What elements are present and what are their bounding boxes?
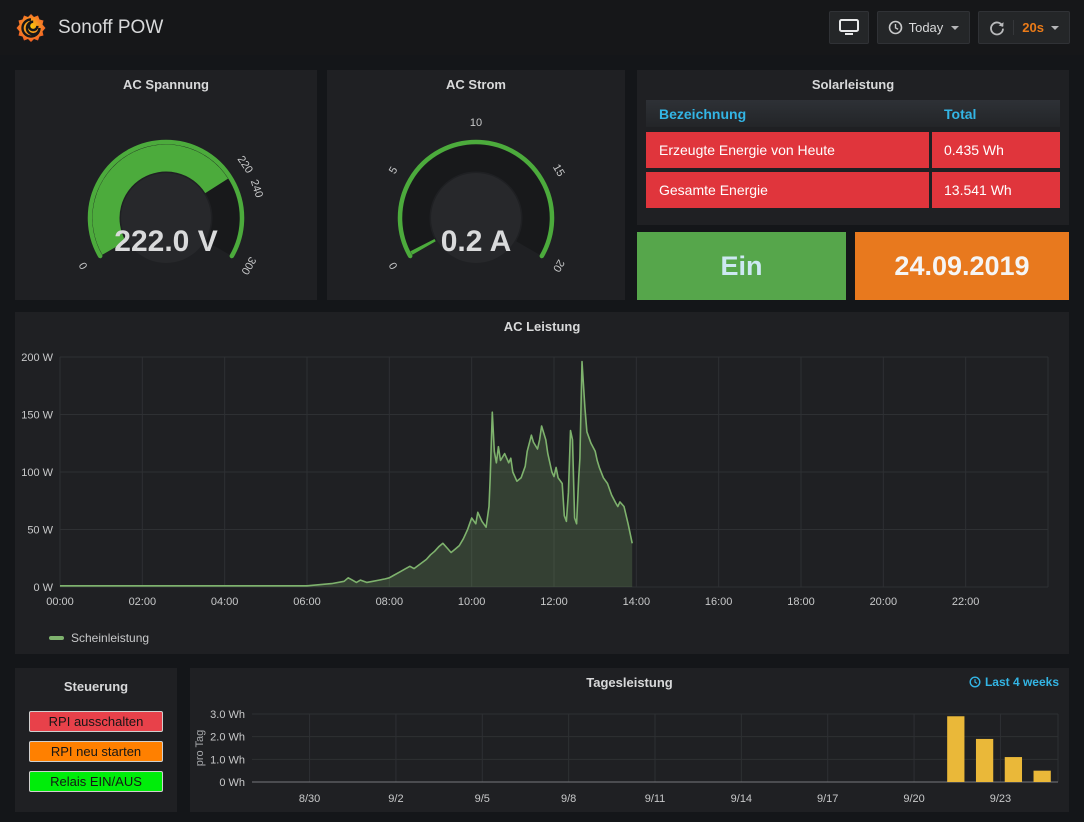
svg-text:pro Tag: pro Tag bbox=[194, 730, 206, 767]
svg-text:0 W: 0 W bbox=[33, 582, 53, 594]
legend-swatch bbox=[49, 636, 64, 640]
grafana-logo-icon bbox=[16, 13, 46, 43]
panel-ac-spannung: AC Spannung 0 220 240 300 222.0 V bbox=[15, 70, 317, 300]
svg-text:3.0 Wh: 3.0 Wh bbox=[210, 709, 245, 721]
legend-item-scheinleistung[interactable]: Scheinleistung bbox=[15, 631, 1069, 645]
svg-text:9/14: 9/14 bbox=[731, 793, 752, 805]
relay-toggle-button[interactable]: Relais EIN/AUS bbox=[29, 771, 163, 792]
panel-title[interactable]: AC Spannung bbox=[15, 70, 317, 98]
svg-text:16:00: 16:00 bbox=[705, 596, 733, 608]
rpi-restart-button[interactable]: RPI neu starten bbox=[29, 741, 163, 762]
svg-text:00:00: 00:00 bbox=[46, 596, 74, 608]
svg-text:0: 0 bbox=[387, 260, 400, 271]
refresh-interval-dropdown[interactable]: 20s bbox=[1013, 20, 1059, 35]
clock-icon bbox=[888, 20, 903, 35]
row-label: Erzeugte Energie von Heute bbox=[646, 132, 929, 168]
ac-strom-gauge: 0 5 10 15 20 0.2 A bbox=[327, 98, 625, 298]
svg-text:0: 0 bbox=[77, 260, 90, 271]
panel-title[interactable]: Steuerung bbox=[15, 668, 177, 696]
svg-text:1.0 Wh: 1.0 Wh bbox=[210, 754, 245, 766]
legend-label: Scheinleistung bbox=[71, 631, 149, 645]
time-override-link[interactable]: Last 4 weeks bbox=[969, 675, 1059, 689]
refresh-interval-label: 20s bbox=[1022, 20, 1044, 35]
svg-text:9/23: 9/23 bbox=[990, 793, 1011, 805]
ac-leistung-chart[interactable]: 0 W 50 W 100 W 150 W 200 W 00:00 02:00 04:00 06:… bbox=[15, 340, 1069, 622]
svg-text:15: 15 bbox=[550, 162, 567, 179]
svg-text:5: 5 bbox=[387, 165, 400, 176]
svg-text:18:00: 18:00 bbox=[787, 596, 815, 608]
svg-text:22:00: 22:00 bbox=[952, 596, 980, 608]
row-label: Gesamte Energie bbox=[646, 172, 929, 208]
table-row: Gesamte Energie 13.541 Wh bbox=[646, 172, 1060, 208]
table-row: Erzeugte Energie von Heute 0.435 Wh bbox=[646, 132, 1060, 168]
svg-text:0 Wh: 0 Wh bbox=[219, 777, 245, 789]
refresh-controls[interactable]: 20s bbox=[978, 11, 1070, 44]
svg-text:2.0 Wh: 2.0 Wh bbox=[210, 732, 245, 744]
svg-text:12:00: 12:00 bbox=[540, 596, 568, 608]
svg-text:9/11: 9/11 bbox=[645, 793, 666, 805]
panel-title[interactable]: Tagesleistung bbox=[190, 668, 1069, 696]
panel-ac-leistung: AC Leistung 0 W50 W100 W150 W200 W00:000… bbox=[15, 312, 1069, 654]
relay-status-value: Ein bbox=[720, 251, 762, 282]
time-range-picker[interactable]: Today bbox=[877, 11, 971, 44]
row-value: 13.541 Wh bbox=[932, 172, 1060, 208]
svg-text:06:00: 06:00 bbox=[293, 596, 321, 608]
rpi-shutdown-button[interactable]: RPI ausschalten bbox=[29, 711, 163, 732]
svg-text:20:00: 20:00 bbox=[870, 596, 898, 608]
svg-text:10:00: 10:00 bbox=[458, 596, 486, 608]
svg-text:04:00: 04:00 bbox=[211, 596, 239, 608]
svg-text:300: 300 bbox=[239, 255, 259, 277]
ac-spannung-gauge: 0 220 240 300 222.0 V bbox=[15, 98, 317, 298]
svg-text:9/20: 9/20 bbox=[903, 793, 924, 805]
kiosk-mode-button[interactable] bbox=[829, 11, 869, 44]
top-navbar: Sonoff POW Today 20s bbox=[0, 0, 1084, 55]
svg-text:9/5: 9/5 bbox=[475, 793, 490, 805]
caret-down-icon bbox=[1051, 26, 1059, 30]
clock-icon bbox=[969, 676, 981, 688]
svg-text:02:00: 02:00 bbox=[129, 596, 157, 608]
gauge-value: 222.0 V bbox=[114, 225, 217, 258]
panel-title[interactable]: AC Leistung bbox=[15, 312, 1069, 340]
solar-table: Bezeichnung Total Erzeugte Energie von H… bbox=[646, 100, 1060, 208]
svg-text:50 W: 50 W bbox=[27, 525, 53, 537]
svg-text:08:00: 08:00 bbox=[376, 596, 404, 608]
panel-title[interactable]: AC Strom bbox=[327, 70, 625, 98]
time-range-label: Today bbox=[909, 20, 944, 35]
svg-text:9/17: 9/17 bbox=[817, 793, 838, 805]
caret-down-icon bbox=[951, 26, 959, 30]
column-header-bezeichnung[interactable]: Bezeichnung bbox=[646, 106, 932, 122]
svg-text:9/8: 9/8 bbox=[561, 793, 576, 805]
svg-text:14:00: 14:00 bbox=[623, 596, 651, 608]
panel-title[interactable]: Solarleistung bbox=[637, 70, 1069, 98]
column-header-total[interactable]: Total bbox=[932, 106, 1060, 122]
panel-tagesleistung: Tagesleistung Last 4 weeks 0 Wh 1.0 Wh 2.0… bbox=[190, 668, 1069, 812]
panel-solarleistung: Solarleistung Bezeichnung Total Erzeugte… bbox=[637, 70, 1069, 225]
row-value: 0.435 Wh bbox=[932, 132, 1060, 168]
refresh-icon bbox=[989, 20, 1005, 36]
date-value: 24.09.2019 bbox=[894, 251, 1029, 282]
dashboard-title: Sonoff POW bbox=[58, 17, 163, 39]
panel-date: 24.09.2019 bbox=[855, 232, 1069, 300]
svg-text:150 W: 150 W bbox=[21, 410, 53, 422]
svg-text:100 W: 100 W bbox=[21, 467, 53, 479]
gauge-value: 0.2 A bbox=[441, 225, 512, 258]
refresh-button[interactable] bbox=[989, 20, 1005, 36]
svg-text:20: 20 bbox=[550, 257, 567, 274]
svg-text:10: 10 bbox=[470, 117, 482, 129]
panel-ac-strom: AC Strom 0 5 10 15 20 0.2 A bbox=[327, 70, 625, 300]
panel-relay-status: Ein bbox=[637, 232, 846, 300]
table-header: Bezeichnung Total bbox=[646, 100, 1060, 127]
svg-text:8/30: 8/30 bbox=[299, 793, 320, 805]
tagesleistung-chart[interactable]: 0 Wh 1.0 Wh 2.0 Wh 3.0 Wh 8/30 9/2 9/5 9/8 9/11 9… bbox=[190, 696, 1069, 810]
svg-text:240: 240 bbox=[248, 178, 265, 199]
svg-text:9/2: 9/2 bbox=[388, 793, 403, 805]
tv-monitor-icon bbox=[839, 19, 859, 36]
svg-text:220: 220 bbox=[235, 154, 255, 176]
time-override-label: Last 4 weeks bbox=[985, 675, 1059, 689]
svg-text:200 W: 200 W bbox=[21, 352, 53, 364]
panel-steuerung: Steuerung RPI ausschalten RPI neu starte… bbox=[15, 668, 177, 812]
